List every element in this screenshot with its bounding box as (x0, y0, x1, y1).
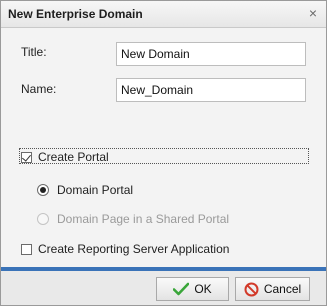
domain-portal-label: Domain Portal (57, 183, 134, 197)
create-portal-checkbox[interactable] (21, 151, 32, 163)
close-icon[interactable]: × (306, 6, 320, 20)
shared-portal-label: Domain Page in a Shared Portal (57, 212, 230, 226)
cancel-button[interactable]: Cancel (235, 277, 310, 301)
new-enterprise-domain-dialog: New Enterprise Domain × Title: Name: Cre… (0, 0, 327, 306)
dialog-body: Title: Name: Create Portal Domain Portal… (1, 28, 326, 266)
dialog-titlebar[interactable]: New Enterprise Domain × (1, 1, 326, 28)
dialog-title: New Enterprise Domain (8, 7, 143, 21)
create-reporting-label: Create Reporting Server Application (38, 242, 230, 256)
shared-portal-radio[interactable] (37, 213, 49, 225)
create-portal-label: Create Portal (38, 150, 109, 164)
title-label: Title: (21, 45, 47, 59)
name-input[interactable] (116, 78, 306, 102)
ok-button[interactable]: OK (156, 277, 229, 301)
shared-portal-radio-row[interactable]: Domain Page in a Shared Portal (37, 212, 229, 226)
create-reporting-checkbox-row[interactable]: Create Reporting Server Application (21, 242, 229, 256)
ok-button-label: OK (194, 282, 212, 296)
no-entry-icon (244, 282, 259, 296)
name-label: Name: (21, 82, 57, 96)
create-reporting-checkbox[interactable] (21, 243, 32, 255)
cancel-button-label: Cancel (263, 282, 302, 296)
domain-portal-radio[interactable] (37, 184, 49, 196)
domain-portal-radio-row[interactable]: Domain Portal (37, 183, 133, 197)
create-portal-checkbox-row[interactable]: Create Portal (21, 150, 109, 164)
title-input[interactable] (116, 42, 306, 66)
dialog-footer: OK Cancel (1, 271, 326, 305)
checkmark-icon (173, 282, 190, 296)
